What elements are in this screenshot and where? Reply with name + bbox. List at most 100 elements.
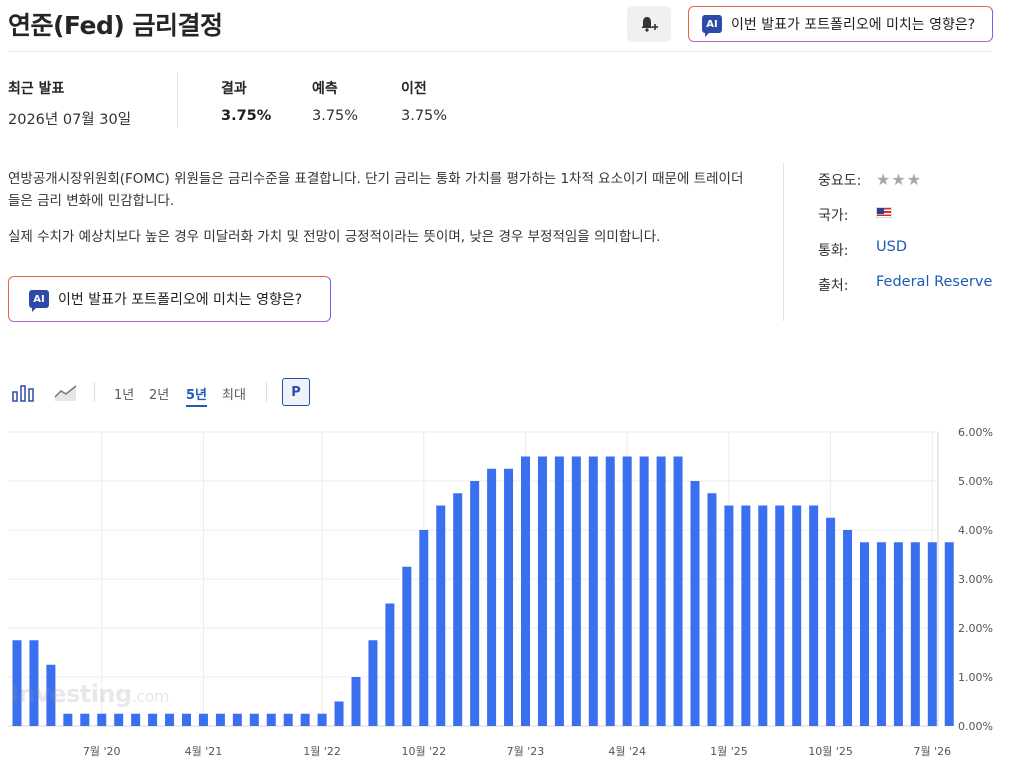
page-header: 연준(Fed) 금리결정 AI 이번 발표가 포트폴리오에 미치는 영향은? [0, 0, 1024, 50]
chart-bar[interactable] [402, 566, 412, 726]
currency-label: 통화: [818, 243, 849, 259]
chart-bar[interactable] [775, 505, 785, 727]
chart-bar[interactable] [707, 493, 717, 726]
x-tick-label: 10월 '22 [401, 745, 446, 758]
chart-bar[interactable] [605, 456, 615, 727]
release-date-value: 2026년 07월 30일 [8, 112, 132, 128]
source-link[interactable]: Federal Reserve [876, 274, 992, 290]
chart-bar[interactable] [554, 456, 564, 727]
chart-bar[interactable] [588, 456, 598, 727]
y-tick-label: 3.00% [958, 573, 993, 586]
chart-bar[interactable] [385, 603, 395, 727]
chart-bar[interactable] [317, 713, 327, 726]
chart-bar[interactable] [673, 456, 683, 727]
bar-chart-icon[interactable] [12, 384, 36, 402]
rate-history-chart: 0.00% 1.00% 2.00% 3.00% 4.00% 5.00% 6.00% 7월 '2… [8, 426, 993, 758]
chart-bar[interactable] [114, 713, 124, 726]
chart-bar[interactable] [232, 713, 242, 726]
controls-divider [266, 382, 267, 402]
chart-bar[interactable] [436, 505, 446, 727]
range-max[interactable]: 최대 [222, 384, 246, 403]
actual-value: 3.75% [221, 108, 272, 124]
chart-bar[interactable] [63, 713, 73, 726]
y-tick-label: 6.00% [958, 426, 993, 439]
chart-bar[interactable] [504, 468, 514, 726]
chart-bar[interactable] [419, 530, 429, 726]
ai-portfolio-button-body[interactable]: AI 이번 발표가 포트폴리오에 미치는 영향은? [8, 276, 331, 322]
chart-bar[interactable] [249, 713, 259, 726]
chart-bar[interactable] [622, 456, 632, 727]
x-tick-label: 4월 '21 [185, 745, 223, 758]
importance-stars-icon: ★★★ [876, 170, 923, 189]
chart-bar[interactable] [537, 456, 547, 727]
currency-value[interactable]: USD [876, 239, 907, 255]
chart-bar[interactable] [334, 701, 344, 727]
chart-bar[interactable] [639, 456, 649, 727]
chart-bar[interactable] [927, 542, 937, 726]
chart-bar[interactable] [656, 456, 666, 727]
forecast-value: 3.75% [312, 108, 359, 124]
range-1y[interactable]: 1년 [114, 384, 134, 403]
chart-bar[interactable] [453, 493, 463, 726]
country-label: 국가: [818, 208, 849, 224]
chart-bar[interactable] [351, 677, 361, 726]
chart-bar[interactable] [182, 713, 191, 726]
previous-value: 3.75% [401, 108, 448, 124]
chart-bar[interactable] [266, 713, 276, 726]
chart-bar[interactable] [165, 713, 175, 726]
chart-bar[interactable] [131, 713, 141, 726]
ai-portfolio-label: 이번 발표가 포트폴리오에 미치는 영향은? [731, 17, 976, 33]
area-chart-icon[interactable] [54, 384, 78, 402]
us-flag-icon [876, 207, 892, 218]
y-tick-label: 4.00% [958, 524, 993, 537]
ai-portfolio-label: 이번 발표가 포트폴리오에 미치는 영향은? [58, 292, 303, 308]
chart-bar[interactable] [571, 456, 581, 727]
chart-bar[interactable] [368, 640, 378, 726]
p-button[interactable]: P [282, 378, 310, 406]
chart-bar[interactable] [792, 505, 802, 727]
x-tick-label: 7월 '26 [913, 745, 951, 758]
x-tick-label: 1월 '22 [303, 745, 341, 758]
range-5y[interactable]: 5년 [186, 384, 208, 407]
chart-bar[interactable] [283, 713, 293, 726]
range-2y[interactable]: 2년 [149, 384, 169, 403]
chart-bar[interactable] [860, 542, 869, 726]
chart-bar[interactable] [521, 456, 530, 727]
chart-bar[interactable] [215, 713, 225, 726]
chart-bar[interactable] [809, 505, 819, 727]
chart-bar[interactable] [148, 713, 158, 726]
ai-chat-icon: AI [29, 290, 49, 312]
chart-bar[interactable] [826, 517, 836, 726]
x-tick-label: 4월 '24 [608, 745, 646, 758]
chart-bar[interactable] [843, 530, 853, 726]
x-tick-label: 10월 '25 [808, 745, 853, 758]
chart-bar[interactable] [97, 713, 107, 726]
y-tick-label: 5.00% [958, 475, 993, 488]
x-tick-label: 7월 '23 [507, 745, 545, 758]
alert-button[interactable] [627, 6, 671, 42]
chart-bar[interactable] [876, 542, 886, 726]
actual-label: 결과 [221, 81, 247, 97]
y-tick-label: 2.00% [958, 622, 993, 635]
chart-bar[interactable] [690, 481, 700, 726]
chart-bar[interactable] [724, 505, 734, 727]
chart-bar[interactable] [944, 542, 954, 726]
forecast-label: 예측 [312, 81, 338, 97]
description-paragraph-2: 실제 수치가 예상치보다 높은 경우 미달러화 가치 및 전망이 긍정적이라는 … [8, 229, 661, 245]
chart-bar[interactable] [741, 505, 751, 727]
ai-portfolio-button-top[interactable]: AI 이번 발표가 포트폴리오에 미치는 영향은? [688, 6, 993, 42]
chart-bar[interactable] [910, 542, 920, 726]
source-label: 출처: [818, 278, 849, 294]
chart-bar[interactable] [300, 713, 310, 726]
investing-watermark: Investing.com [10, 680, 169, 708]
chart-bar[interactable] [487, 468, 497, 726]
header-divider [8, 51, 992, 52]
chart-bar[interactable] [80, 713, 90, 726]
chart-bar[interactable] [893, 542, 903, 726]
chart-bar[interactable] [470, 481, 480, 726]
chart-bar[interactable] [198, 713, 208, 726]
stats-divider [177, 72, 178, 128]
chart-bar[interactable] [758, 505, 768, 727]
info-divider [783, 163, 784, 321]
x-tick-label: 7월 '20 [83, 745, 121, 758]
